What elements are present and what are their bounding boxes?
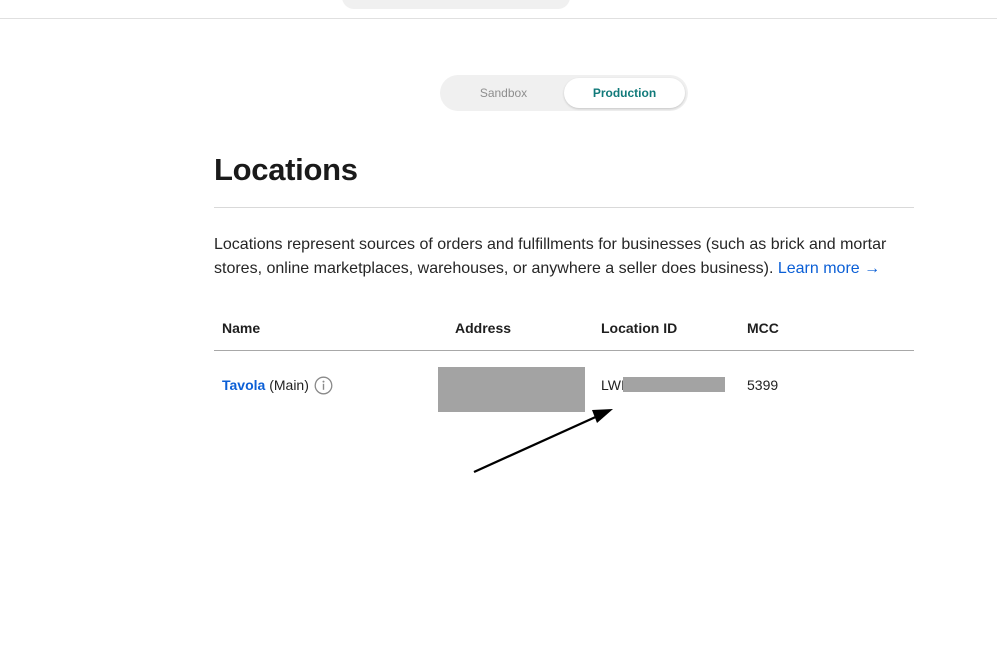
page-root: Sandbox Production Locations Locations r… — [0, 0, 997, 653]
annotation-arrow — [473, 409, 613, 474]
